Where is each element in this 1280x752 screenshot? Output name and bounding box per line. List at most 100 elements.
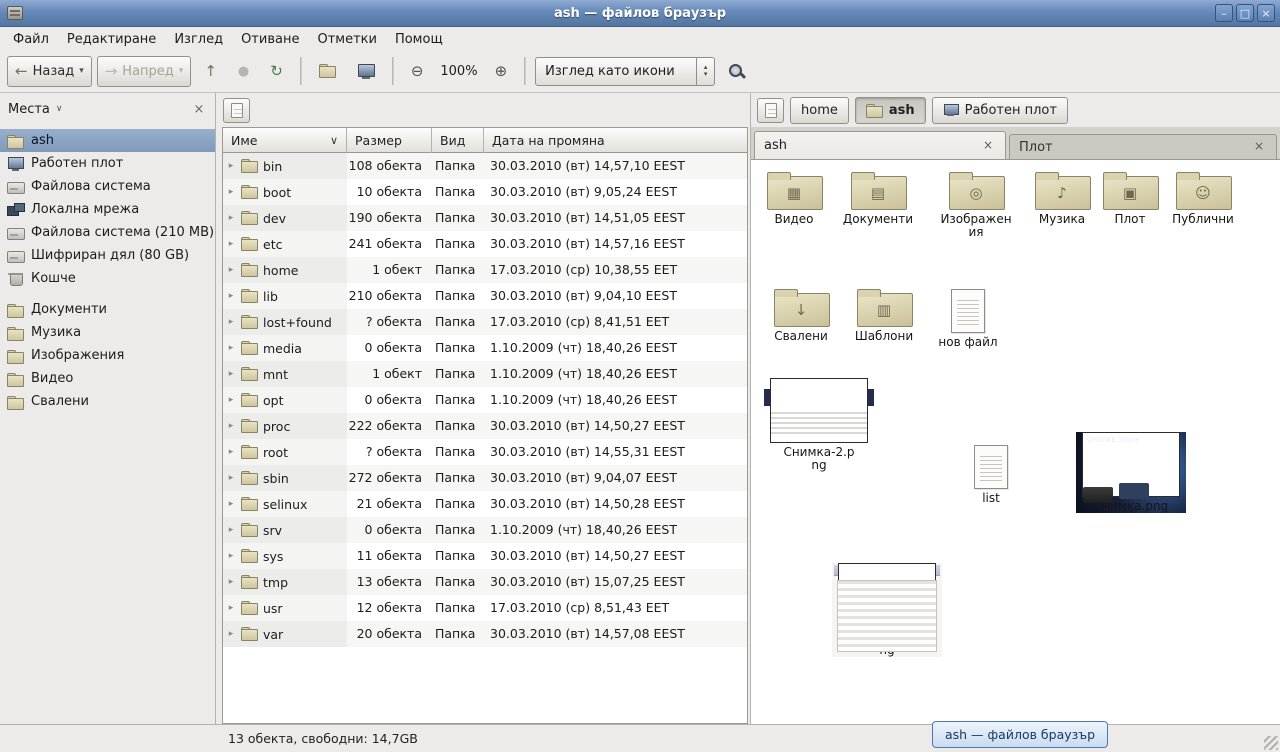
- expander-icon[interactable]: ▸: [226, 552, 236, 561]
- window-menu-icon[interactable]: [7, 6, 23, 20]
- menu-item[interactable]: Редактиране: [58, 30, 165, 49]
- expander-icon[interactable]: ▸: [226, 448, 236, 457]
- menu-item[interactable]: Отметки: [308, 30, 385, 49]
- table-row[interactable]: ▸ tmp 13 обекта Папка 30.03.2010 (вт) 15…: [223, 569, 747, 595]
- sidebar-item[interactable]: Локална мрежа: [0, 198, 215, 221]
- table-row[interactable]: ▸ home 1 обект Папка 17.03.2010 (ср) 10,…: [223, 257, 747, 283]
- table-row[interactable]: ▸ mnt 1 обект Папка 1.10.2009 (чт) 18,40…: [223, 361, 747, 387]
- expander-icon[interactable]: ▸: [226, 292, 236, 301]
- sidebar-item[interactable]: Шифриран дял (80 GB): [0, 244, 215, 267]
- view-mode-select[interactable]: Изглед като икони ▴ ▾: [535, 57, 715, 86]
- list-item[interactable]: нов файл: [929, 289, 1007, 349]
- table-row[interactable]: ▸ lib 210 обекта Папка 30.03.2010 (вт) 9…: [223, 283, 747, 309]
- zoom-in-button[interactable]: ⊕: [487, 56, 516, 87]
- expander-icon[interactable]: ▸: [226, 344, 236, 353]
- list-item[interactable]: GUADEC Снимка-2.png: [764, 378, 874, 472]
- list-item[interactable]: GNOME Store Снимка.png: [1076, 432, 1186, 513]
- view-mode-spinner[interactable]: ▴ ▾: [696, 58, 714, 85]
- expander-icon[interactable]: ▸: [226, 396, 236, 405]
- table-row[interactable]: ▸ proc 222 обекта Папка 30.03.2010 (вт) …: [223, 413, 747, 439]
- sidebar-close-button[interactable]: ×: [191, 102, 207, 117]
- list-item[interactable]: ▣ Плот: [1091, 171, 1169, 226]
- table-row[interactable]: ▸ sys 11 обекта Папка 30.03.2010 (вт) 14…: [223, 543, 747, 569]
- home-button[interactable]: [311, 56, 344, 87]
- expander-icon[interactable]: ▸: [226, 500, 236, 509]
- table-row[interactable]: ▸ usr 12 обекта Папка 17.03.2010 (ср) 8,…: [223, 595, 747, 621]
- menu-item[interactable]: Изглед: [165, 30, 232, 49]
- tab-close-icon[interactable]: ×: [1251, 139, 1267, 155]
- expander-icon[interactable]: ▸: [226, 266, 236, 275]
- zoom-out-button[interactable]: ⊖: [403, 56, 432, 87]
- list-item[interactable]: ▤ Документи: [839, 171, 917, 226]
- column-header-type[interactable]: Вид: [432, 128, 484, 153]
- back-button[interactable]: ← Назад ▾: [7, 56, 92, 87]
- list-item[interactable]: ☺ Публични: [1164, 171, 1242, 226]
- table-row[interactable]: ▸ boot 10 обекта Папка 30.03.2010 (вт) 9…: [223, 179, 747, 205]
- expander-icon[interactable]: ▸: [226, 526, 236, 535]
- location-toggle-button[interactable]: [757, 98, 784, 123]
- expander-icon[interactable]: ▸: [226, 214, 236, 223]
- expander-icon[interactable]: ▸: [226, 578, 236, 587]
- sidebar-item[interactable]: Файлова система (210 MB): [0, 221, 215, 244]
- sidebar-item[interactable]: ash: [0, 129, 215, 152]
- table-row[interactable]: ▸ bin 108 обекта Папка 30.03.2010 (вт) 1…: [223, 153, 747, 179]
- list-item[interactable]: ↓ Свалени: [762, 288, 840, 343]
- resize-grip[interactable]: [1264, 736, 1278, 750]
- expander-icon[interactable]: ▸: [226, 240, 236, 249]
- stop-button[interactable]: ●: [230, 56, 257, 87]
- sidebar-item[interactable]: Кошче: [0, 267, 215, 290]
- tab[interactable]: ash ×: [754, 131, 1006, 159]
- path-button[interactable]: home: [790, 97, 849, 124]
- search-button[interactable]: [720, 56, 753, 87]
- expander-icon[interactable]: ▸: [226, 162, 236, 171]
- table-row[interactable]: ▸ etc 241 обекта Папка 30.03.2010 (вт) 1…: [223, 231, 747, 257]
- expander-icon[interactable]: ▸: [226, 604, 236, 613]
- tab-close-icon[interactable]: ×: [980, 138, 996, 154]
- list-item[interactable]: ▦ Видео: [755, 171, 833, 226]
- reload-button[interactable]: ↻: [262, 56, 291, 87]
- taskbar-window-button[interactable]: ash — файлов браузър: [932, 721, 1108, 748]
- menu-item[interactable]: Файл: [4, 30, 58, 49]
- close-button[interactable]: ×: [1257, 4, 1275, 22]
- sidebar-item[interactable]: Свалени: [0, 390, 215, 413]
- expander-icon[interactable]: ▸: [226, 474, 236, 483]
- path-button[interactable]: ash: [855, 97, 926, 124]
- expander-icon[interactable]: ▸: [226, 188, 236, 197]
- menu-item[interactable]: Отиване: [232, 30, 308, 49]
- minimize-button[interactable]: –: [1215, 4, 1233, 22]
- expander-icon[interactable]: ▸: [226, 630, 236, 639]
- table-row[interactable]: ▸ lost+found ? обекта Папка 17.03.2010 (…: [223, 309, 747, 335]
- up-button[interactable]: ↑: [196, 56, 225, 87]
- sidebar-item[interactable]: Файлова система: [0, 175, 215, 198]
- table-row[interactable]: ▸ media 0 обекта Папка 1.10.2009 (чт) 18…: [223, 335, 747, 361]
- sidebar-item[interactable]: [0, 290, 215, 298]
- table-row[interactable]: ▸ sbin 272 обекта Папка 30.03.2010 (вт) …: [223, 465, 747, 491]
- forward-button[interactable]: → Напред ▾: [97, 56, 192, 87]
- tab[interactable]: Плот ×: [1009, 134, 1277, 159]
- list-item[interactable]: ♪ Музика: [1023, 171, 1101, 226]
- table-row[interactable]: ▸ var 20 обекта Папка 30.03.2010 (вт) 14…: [223, 621, 747, 647]
- sidebar-item[interactable]: Музика: [0, 321, 215, 344]
- computer-button[interactable]: [349, 56, 383, 87]
- sidebar-item[interactable]: Документи: [0, 298, 215, 321]
- list-item[interactable]: ▥ Шаблони: [845, 288, 923, 343]
- list-item[interactable]: Снимка-1.png: [832, 563, 942, 657]
- sidebar-item[interactable]: Изображения: [0, 344, 215, 367]
- sidebar-item[interactable]: Работен плот: [0, 152, 215, 175]
- path-button[interactable]: Работен плот: [932, 97, 1068, 124]
- expander-icon[interactable]: ▸: [226, 318, 236, 327]
- expander-icon[interactable]: ▸: [226, 370, 236, 379]
- table-row[interactable]: ▸ root ? обекта Папка 30.03.2010 (вт) 14…: [223, 439, 747, 465]
- table-row[interactable]: ▸ opt 0 обекта Папка 1.10.2009 (чт) 18,4…: [223, 387, 747, 413]
- expander-icon[interactable]: ▸: [226, 422, 236, 431]
- sidebar-title[interactable]: Места: [8, 102, 50, 117]
- column-header-date[interactable]: Дата на промяна: [484, 128, 747, 153]
- list-item[interactable]: ◎ Изображения: [937, 171, 1015, 239]
- sidebar-item[interactable]: Видео: [0, 367, 215, 390]
- chevron-down-icon[interactable]: ∨: [56, 105, 63, 114]
- column-header-size[interactable]: Размер: [347, 128, 432, 153]
- maximize-button[interactable]: □: [1236, 4, 1254, 22]
- table-row[interactable]: ▸ srv 0 обекта Папка 1.10.2009 (чт) 18,4…: [223, 517, 747, 543]
- location-toggle-button[interactable]: [223, 98, 250, 123]
- table-row[interactable]: ▸ dev 190 обекта Папка 30.03.2010 (вт) 1…: [223, 205, 747, 231]
